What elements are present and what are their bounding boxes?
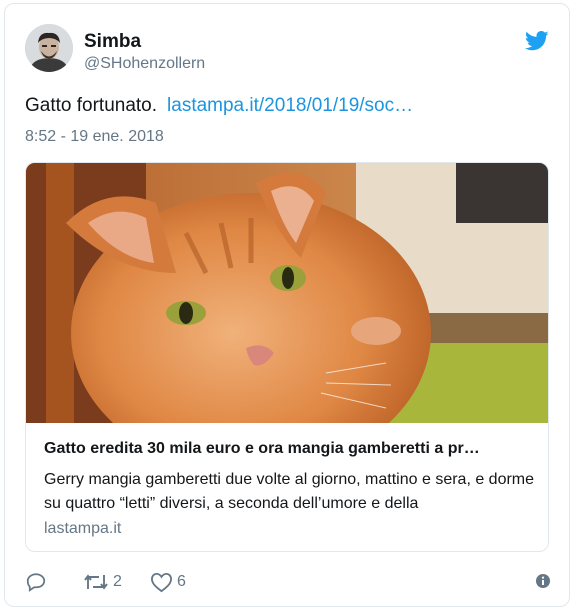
card-description: Gerry mangia gamberetti due volte al gio… [44, 471, 535, 512]
reply-icon [26, 573, 46, 592]
retweet-count: 2 [113, 573, 122, 590]
reply-button[interactable] [25, 571, 47, 593]
timestamp[interactable]: 8:52 - 19 ene. 2018 [25, 128, 164, 146]
avatar[interactable] [25, 24, 73, 72]
tweet-link[interactable]: lastampa.it/2018/01/19/soc… [167, 95, 413, 116]
display-name[interactable]: Simba [84, 31, 141, 53]
user-handle[interactable]: @SHohenzollern [84, 55, 205, 73]
like-count: 6 [177, 573, 186, 590]
heart-icon [151, 572, 172, 593]
card-title[interactable]: Gatto eredita 30 mila euro e ora mangia … [44, 440, 532, 458]
twitter-bird-icon[interactable] [525, 31, 549, 51]
tweet-actions: 2 6 [25, 571, 555, 595]
tweet-card: Simba @SHohenzollern Gatto fortunato. las… [4, 3, 570, 607]
tweet-text: Gatto fortunato. lastampa.it/2018/01/19/s… [25, 95, 413, 117]
tweet-body: Gatto fortunato. [25, 95, 158, 116]
retweet-button[interactable]: 2 [83, 571, 122, 593]
card-domain: lastampa.it [44, 520, 122, 537]
link-preview-card[interactable]: Gatto eredita 30 mila euro e ora mangia … [25, 162, 549, 552]
retweet-icon [84, 574, 108, 590]
info-icon[interactable] [535, 573, 551, 589]
orange-cat-photo [26, 163, 548, 423]
like-button[interactable]: 6 [150, 571, 186, 593]
